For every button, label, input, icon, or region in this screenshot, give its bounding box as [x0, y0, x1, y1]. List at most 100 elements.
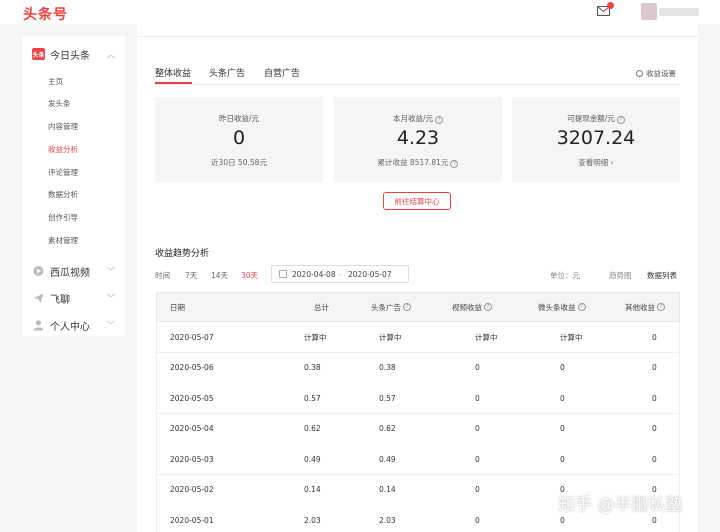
sidebar-item-revenue[interactable]: 收益分析	[48, 144, 78, 155]
table-cell: 计算中	[560, 332, 583, 342]
username-blurred[interactable]	[659, 8, 699, 16]
table-row: 2020-05-07 计算中 计算中 计算中 计算中 0	[156, 322, 680, 353]
tab-overall[interactable]: 整体收益	[155, 66, 191, 79]
gear-icon	[636, 70, 643, 77]
settlement-center-button[interactable]: 前往结算中心	[383, 192, 451, 210]
table-cell: 计算中	[475, 332, 498, 342]
table-cell: 2020-05-02	[170, 485, 214, 494]
sidebar-group-label: 今日头条	[50, 50, 90, 62]
table-cell: 0	[475, 424, 480, 433]
range-30d[interactable]: 30天	[241, 270, 258, 281]
table-cell: 2020-05-07	[170, 332, 214, 342]
chevron-down-icon: ﹀	[107, 293, 115, 303]
tab-self-ads[interactable]: 自营广告	[264, 66, 300, 79]
sidebar-group-xigua[interactable]: 西瓜视频 ﹀	[22, 257, 125, 285]
stat-label: 可提现金额/元?	[512, 113, 680, 124]
col-micro: 微头条收益?	[538, 293, 586, 321]
col-total: 总计	[314, 302, 329, 312]
sidebar-group-label: 西瓜视频	[50, 267, 90, 279]
table-cell: 0	[560, 424, 565, 433]
table-cell: 2020-05-03	[170, 454, 214, 464]
time-label: 时间	[155, 271, 170, 280]
calendar-icon	[279, 270, 287, 278]
table-cell: 0	[652, 454, 657, 464]
section-title: 收益趋势分析	[155, 249, 210, 259]
table-row: 2020-05-04 0.62 0.62 0 0 0	[156, 413, 680, 445]
toutiao-icon: 头条	[32, 48, 45, 60]
help-icon[interactable]: ?	[577, 303, 586, 311]
help-icon[interactable]: ?	[450, 160, 459, 168]
stat-sub: 累计收益 8517.81元?	[334, 157, 502, 168]
col-other: 其他收益?	[625, 293, 665, 321]
table-cell: 2020-05-04	[170, 424, 214, 433]
help-icon[interactable]: ?	[403, 303, 411, 311]
table-row: 2020-05-06 0.38 0.38 0 0 0	[156, 352, 680, 384]
table-cell: 2020-05-01	[170, 515, 214, 525]
table-cell: 计算中	[304, 332, 327, 342]
table-row: 2020-05-05 0.57 0.57 0 0 0	[156, 383, 680, 414]
stat-value: 4.23	[396, 127, 440, 149]
table-header: 日期 总计 头条广告? 视频收益? 微头条收益? 其他收益?	[156, 292, 680, 322]
table-cell: 0	[652, 332, 657, 342]
stat-value: 3207.24	[556, 127, 636, 149]
table-cell: 0	[475, 515, 480, 525]
sidebar-group-feiliao[interactable]: 飞聊 ﹀	[22, 284, 125, 312]
table-cell: 0.38	[379, 363, 396, 372]
stat-month: 本月收益/元? 4.23 累计收益 8517.81元?	[334, 97, 502, 182]
help-icon[interactable]: ?	[484, 303, 492, 311]
unit-label: 单位：元	[550, 271, 580, 280]
view-details-link[interactable]: 查看明细 ›	[512, 157, 680, 168]
table-cell: 0.14	[379, 485, 396, 494]
table-cell: 0	[475, 485, 480, 494]
table-cell: 计算中	[379, 332, 402, 342]
notification-dot	[607, 2, 614, 9]
tab-divider	[155, 84, 680, 85]
sidebar-item-comments[interactable]: 评论管理	[48, 167, 78, 178]
stat-label: 本月收益/元?	[334, 113, 502, 124]
sidebar-item-home[interactable]: 主页	[48, 76, 63, 87]
tab-toutiao-ads[interactable]: 头条广告	[209, 66, 245, 79]
table-cell: 0	[560, 393, 565, 403]
table-cell: 0	[652, 393, 657, 403]
table-cell: 0.57	[379, 393, 396, 403]
chevron-down-icon: ﹀	[107, 320, 115, 330]
sidebar-item-data[interactable]: 数据分析	[48, 189, 78, 200]
stat-value: 0	[232, 127, 246, 149]
table-cell: 0.62	[304, 424, 321, 433]
table-cell: 0	[560, 363, 565, 372]
data-list-toggle[interactable]: 数据列表	[647, 270, 677, 281]
top-bar: 头条号	[0, 0, 720, 24]
settings-label: 收益设置	[646, 69, 676, 78]
sidebar-item-content[interactable]: 内容管理	[48, 121, 78, 132]
table-cell: 0	[560, 454, 565, 464]
table-cell: 2.03	[304, 515, 321, 525]
table-cell: 0	[475, 363, 480, 372]
trend-chart-toggle[interactable]: 趋势图	[609, 270, 632, 281]
revenue-settings-link[interactable]: 收益设置	[636, 68, 676, 79]
sidebar-group-toutiao[interactable]: 头条 今日头条 ︿	[22, 40, 125, 68]
stat-yesterday: 昨日收益/元 0 近30日 50.58元	[155, 97, 323, 182]
help-icon[interactable]: ?	[657, 303, 665, 311]
date-range-picker[interactable]: 2020-04-08 - 2020-05-07	[271, 265, 409, 283]
sidebar-item-guide[interactable]: 创作引导	[48, 212, 78, 223]
sidebar-item-publish[interactable]: 发头条	[48, 98, 71, 109]
date-separator: -	[338, 270, 341, 279]
date-from[interactable]: 2020-04-08	[292, 270, 336, 279]
table-cell: 0.62	[379, 424, 396, 433]
toutiaohao-logo[interactable]: 头条号	[23, 4, 68, 24]
table-row: 2020-05-03 0.49 0.49 0 0 0	[156, 444, 680, 475]
date-to[interactable]: 2020-05-07	[348, 270, 392, 279]
sidebar-group-personal[interactable]: 个人中心 ﹀	[22, 311, 125, 339]
table-cell: 0.49	[379, 454, 396, 464]
avatar[interactable]	[641, 3, 657, 20]
sidebar-item-materials[interactable]: 素材管理	[48, 235, 78, 246]
table-cell: 0.38	[304, 363, 321, 372]
sidebar: 头条 今日头条 ︿ 主页 发头条 内容管理 收益分析 评论管理 数据分析 创作引…	[22, 36, 125, 336]
stat-label: 昨日收益/元	[218, 114, 260, 123]
help-icon[interactable]: ?	[435, 116, 444, 124]
range-14d[interactable]: 14天	[211, 270, 228, 281]
table-cell: 0	[475, 454, 480, 464]
help-icon[interactable]: ?	[616, 116, 625, 124]
range-7d[interactable]: 7天	[185, 270, 197, 281]
feiliao-icon	[33, 293, 44, 303]
